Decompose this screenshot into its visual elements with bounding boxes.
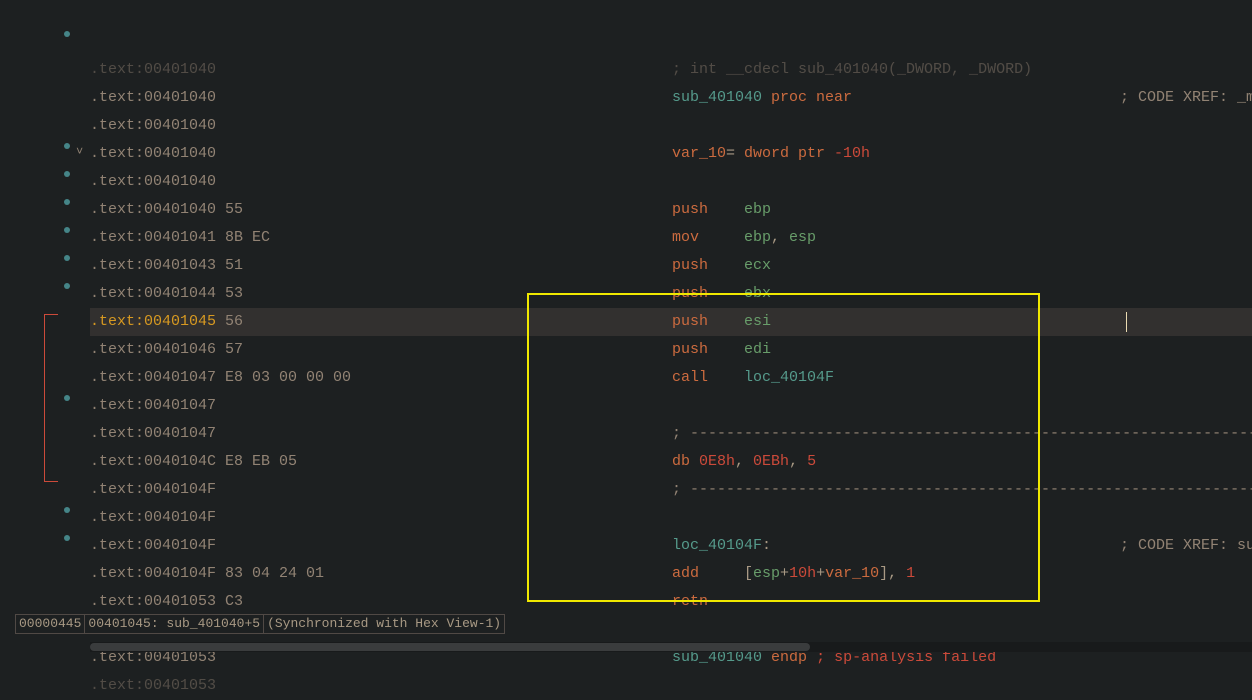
breakpoint-dot-icon[interactable] xyxy=(64,227,70,233)
asm-line[interactable]: .text:0040104F 83 04 24 01 add [esp+10h+v… xyxy=(90,560,1252,588)
status-offset: 00000445 xyxy=(15,614,85,634)
address: .text:00401040 xyxy=(90,89,216,106)
breakpoint-dot-icon[interactable] xyxy=(64,171,70,177)
address: .text:0040104F xyxy=(90,481,216,498)
xref-comment: ; CODE XREF: _main+11 xyxy=(1120,84,1252,112)
instruction: mov ebp, esp xyxy=(672,224,816,252)
breakpoint-dot-icon[interactable] xyxy=(64,535,70,541)
address: .text:00401041 xyxy=(90,229,216,246)
asm-line[interactable]: .text:00401053 C3 retn xyxy=(90,588,1252,616)
xref-comment: ; CODE XREF: sub_4010 xyxy=(1120,532,1252,560)
asm-line[interactable]: .text:00401047 xyxy=(90,392,1252,420)
instruction: sub_401040 proc near xyxy=(672,84,852,112)
address: .text:00401046 xyxy=(90,341,216,358)
instruction: var_10= dword ptr -10h xyxy=(672,140,870,168)
opcode-bytes: 56 xyxy=(216,313,243,330)
opcode-bytes: 53 xyxy=(216,285,243,302)
horizontal-scrollbar[interactable] xyxy=(90,642,1252,652)
asm-line[interactable]: .text:00401040 ; int __cdecl sub_401040(_… xyxy=(90,56,1252,84)
instruction: call loc_40104F xyxy=(672,364,834,392)
asm-line[interactable]: .text:00401046 57 push edi xyxy=(90,336,1252,364)
address: .text:00401040 xyxy=(90,201,216,218)
status-sync: (Synchronized with Hex View-1) xyxy=(263,614,505,634)
opcode-bytes: 57 xyxy=(216,341,243,358)
instruction: ; --------------------------------------… xyxy=(672,476,1252,504)
jump-arrow-icon xyxy=(44,314,58,398)
address: .text:00401053 xyxy=(90,677,216,694)
breakpoint-dot-icon[interactable] xyxy=(64,199,70,205)
opcode-bytes: 8B EC xyxy=(216,229,270,246)
address: .text:00401043 xyxy=(90,257,216,274)
breakpoint-dot-icon[interactable] xyxy=(64,283,70,289)
opcode-bytes: 83 04 24 01 xyxy=(216,565,324,582)
opcode-bytes: 51 xyxy=(216,257,243,274)
jump-arrow-icon xyxy=(44,398,58,482)
instruction: ; int __cdecl sub_401040(_DWORD, _DWORD) xyxy=(672,56,1032,84)
address: .text:00401040 xyxy=(90,117,216,134)
asm-line[interactable]: .text:00401040 sub_401040 proc near ; CODE… xyxy=(90,84,1252,112)
address: .text:0040104F xyxy=(90,565,216,582)
opcode-bytes: 55 xyxy=(216,201,243,218)
address: .text:00401040 xyxy=(90,145,216,162)
address: .text:0040104C xyxy=(90,453,216,470)
disassembly-view[interactable]: ˅ .text:00401040 ; int __cdecl sub_401040… xyxy=(0,0,1252,700)
fold-chevron-icon[interactable]: ˅ xyxy=(76,138,83,166)
opcode-bytes: C3 xyxy=(216,593,243,610)
asm-line[interactable]: .text:0040104F ; ------------------------… xyxy=(90,476,1252,504)
instruction: push edi xyxy=(672,336,771,364)
asm-line[interactable]: .text:00401047 ; ------------------------… xyxy=(90,420,1252,448)
address: .text:00401040 xyxy=(90,173,216,190)
asm-line[interactable]: .text:00401040 xyxy=(90,112,1252,140)
instruction: loc_40104F: xyxy=(672,532,771,560)
status-bar: 00000445 00401045: sub_401040+5 (Synchro… xyxy=(15,614,504,634)
breakpoint-dot-icon[interactable] xyxy=(64,255,70,261)
asm-line[interactable]: .text:00401040 55 push ebp xyxy=(90,196,1252,224)
gutter: ˅ xyxy=(0,0,75,700)
scrollbar-thumb[interactable] xyxy=(90,643,810,651)
instruction: push esi xyxy=(672,308,771,336)
address: .text:00401053 xyxy=(90,593,216,610)
instruction: add [esp+10h+var_10], 1 xyxy=(672,560,915,588)
breakpoint-dot-icon[interactable] xyxy=(64,395,70,401)
asm-line[interactable]: .text:00401040 var_10= dword ptr -10h xyxy=(90,140,1252,168)
asm-line[interactable]: .text:0040104F xyxy=(90,504,1252,532)
text-cursor xyxy=(1126,312,1127,332)
asm-line[interactable]: .text:00401047 E8 03 00 00 00 call loc_40… xyxy=(90,364,1252,392)
address: .text:00401047 xyxy=(90,397,216,414)
asm-line[interactable]: .text:00401045 56 push esi xyxy=(90,308,1252,336)
asm-line[interactable]: .text:0040104C E8 EB 05 db 0E8h, 0EBh, 5 xyxy=(90,448,1252,476)
asm-line[interactable]: .text:00401043 51 push ecx xyxy=(90,252,1252,280)
breakpoint-dot-icon[interactable] xyxy=(64,31,70,37)
opcode-bytes: E8 03 00 00 00 xyxy=(216,369,351,386)
breakpoint-dot-icon[interactable] xyxy=(64,143,70,149)
address: .text:0040104F xyxy=(90,537,216,554)
address: .text:0040104F xyxy=(90,509,216,526)
instruction: retn xyxy=(672,588,708,616)
instruction: db 0E8h, 0EBh, 5 xyxy=(672,448,816,476)
instruction: push ebp xyxy=(672,196,771,224)
address: .text:00401040 xyxy=(90,61,216,78)
address: .text:00401047 xyxy=(90,369,216,386)
asm-line[interactable]: .text:00401053 xyxy=(90,672,1252,700)
opcode-bytes: E8 EB 05 xyxy=(216,453,297,470)
address: .text:00401044 xyxy=(90,285,216,302)
address: .text:00401045 xyxy=(90,313,216,330)
instruction: push ebx xyxy=(672,280,771,308)
asm-line[interactable]: .text:00401044 53 push ebx xyxy=(90,280,1252,308)
asm-line[interactable]: .text:0040104F loc_40104F: ; CODE XREF: su… xyxy=(90,532,1252,560)
status-location: 00401045: sub_401040+5 xyxy=(84,614,264,634)
instruction: push ecx xyxy=(672,252,771,280)
asm-line[interactable]: .text:00401040 xyxy=(90,168,1252,196)
asm-line[interactable]: .text:00401041 8B EC mov ebp, esp xyxy=(90,224,1252,252)
breakpoint-dot-icon[interactable] xyxy=(64,507,70,513)
instruction: ; --------------------------------------… xyxy=(672,420,1252,448)
address: .text:00401047 xyxy=(90,425,216,442)
